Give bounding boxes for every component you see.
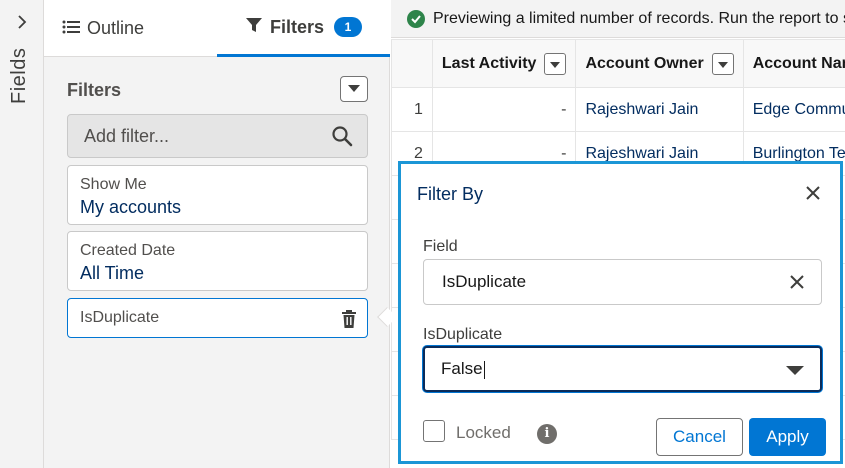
chevron-right-icon[interactable]: [14, 14, 30, 30]
tab-filters[interactable]: Filters 1: [217, 0, 390, 57]
tab-outline[interactable]: Outline: [62, 0, 144, 57]
tab-outline-label: Outline: [87, 18, 145, 38]
locked-checkbox[interactable]: [423, 420, 445, 442]
trash-icon[interactable]: [341, 310, 357, 333]
isduplicate-select-value: False: [441, 359, 483, 378]
filter-card-label: Show Me: [80, 176, 147, 193]
filters-panel: Outline Filters 1 Filters Add filter... …: [44, 0, 390, 468]
field-input[interactable]: IsDuplicate: [423, 259, 822, 305]
isduplicate-label: IsDuplicate: [423, 326, 503, 343]
fields-rail[interactable]: Fields: [0, 0, 44, 468]
row-number: 1: [391, 87, 433, 132]
isduplicate-select[interactable]: False: [423, 346, 822, 392]
filters-heading: Filters: [67, 80, 122, 100]
cancel-button[interactable]: Cancel: [656, 418, 743, 456]
preview-banner: Previewing a limited number of records. …: [391, 0, 845, 38]
info-icon[interactable]: i: [537, 424, 557, 444]
funnel-icon: [245, 16, 270, 39]
cell-account-name[interactable]: Edge Communications: [742, 87, 845, 132]
column-menu-button[interactable]: [544, 52, 567, 75]
list-icon: [62, 18, 87, 39]
filter-by-popover: Filter By Field IsDuplicate IsDuplicate …: [398, 161, 843, 464]
panel-tabs: Outline Filters 1: [44, 0, 390, 57]
column-header-account-name[interactable]: Account Name: [742, 39, 845, 88]
apply-button[interactable]: Apply: [749, 418, 826, 456]
cell-last-activity: -: [431, 87, 577, 132]
filters-menu-button[interactable]: [340, 76, 368, 102]
field-input-value: IsDuplicate: [442, 272, 527, 291]
filter-card-isduplicate[interactable]: IsDuplicate: [67, 298, 368, 338]
close-icon[interactable]: [805, 185, 821, 206]
popover-title: Filter By: [417, 184, 484, 204]
filter-card-show-me[interactable]: Show Me My accounts: [67, 165, 368, 225]
filter-card-label: IsDuplicate: [80, 309, 160, 326]
column-header-label: Account Owner: [585, 54, 704, 72]
chevron-down-icon: [786, 366, 804, 375]
clear-icon[interactable]: [789, 274, 805, 295]
filter-card-created-date[interactable]: Created Date All Time: [67, 231, 368, 291]
column-menu-button[interactable]: [711, 52, 734, 75]
fields-rail-label[interactable]: Fields: [8, 40, 31, 104]
column-header-last-activity[interactable]: Last Activity: [431, 39, 577, 88]
table-row: 1 - Rajeshwari Jain Edge Communications: [391, 87, 845, 132]
filter-card-label: Created Date: [80, 242, 176, 259]
tab-filters-label: Filters: [269, 16, 325, 37]
column-header-label: Last Activity: [441, 54, 537, 72]
success-check-icon: [407, 9, 425, 28]
cell-account-owner[interactable]: Rajeshwari Jain: [575, 87, 744, 132]
column-header-label: Account Name: [752, 54, 845, 72]
add-filter-placeholder: Add filter...: [84, 126, 170, 146]
chevron-down-icon: [348, 80, 360, 98]
column-header-account-owner[interactable]: Account Owner: [575, 39, 744, 88]
filter-card-value: All Time: [80, 263, 145, 283]
filters-count-badge: 1: [334, 17, 363, 37]
locked-label: Locked: [456, 423, 511, 442]
search-icon: [331, 125, 353, 152]
filter-card-value: My accounts: [80, 197, 182, 217]
row-number-header: [391, 39, 433, 88]
add-filter-input[interactable]: Add filter...: [67, 114, 368, 158]
preview-banner-text: Previewing a limited number of records. …: [433, 9, 845, 27]
field-label: Field: [423, 238, 458, 255]
